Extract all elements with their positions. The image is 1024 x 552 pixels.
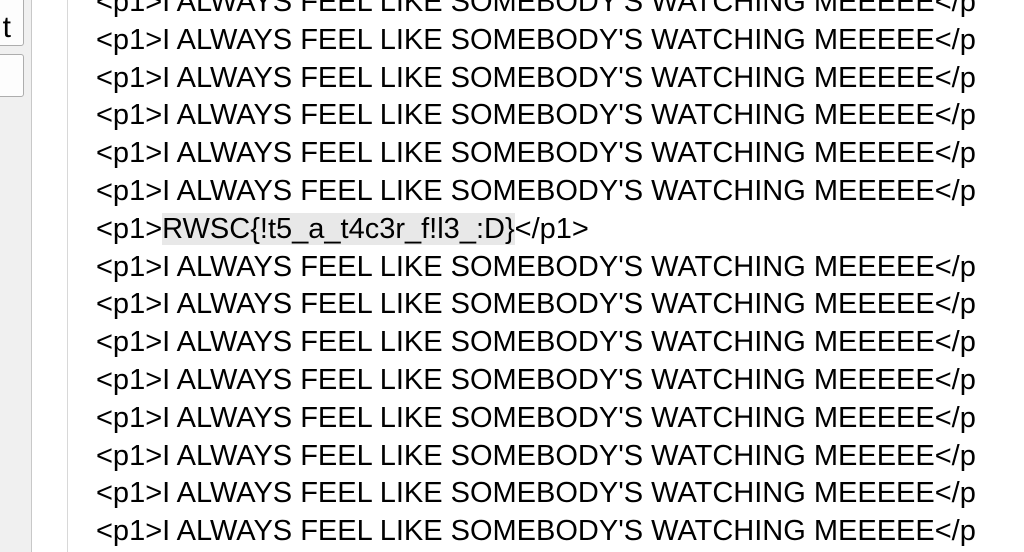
code-line[interactable]: <p1>I ALWAYS FEEL LIKE SOMEBODY'S WATCHI… <box>96 475 976 513</box>
code-line[interactable]: <p1>I ALWAYS FEEL LIKE SOMEBODY'S WATCHI… <box>96 22 976 60</box>
code-line[interactable]: <p1>I ALWAYS FEEL LIKE SOMEBODY'S WATCHI… <box>96 362 976 400</box>
code-lines: <p1>I ALWAYS FEEL LIKE SOMEBODY'S WATCHI… <box>96 0 976 551</box>
side-button-top[interactable]: t <box>0 0 24 46</box>
code-line[interactable]: <p1>I ALWAYS FEEL LIKE SOMEBODY'S WATCHI… <box>96 400 976 438</box>
editor-window: t <p1>I ALWAYS FEEL LIKE SOMEBODY'S WATC… <box>0 0 1024 552</box>
side-button-bottom[interactable] <box>0 54 24 97</box>
code-line[interactable]: <p1>I ALWAYS FEEL LIKE SOMEBODY'S WATCHI… <box>96 286 976 324</box>
line-number-gutter <box>32 0 68 552</box>
flag-line[interactable]: <p1>RWSC{!t5_a_t4c3r_f!l3_:D}</p1> <box>96 211 976 249</box>
code-line[interactable]: <p1>I ALWAYS FEEL LIKE SOMEBODY'S WATCHI… <box>96 60 976 98</box>
code-line[interactable]: <p1>I ALWAYS FEEL LIKE SOMEBODY'S WATCHI… <box>96 324 976 362</box>
code-line[interactable]: <p1>I ALWAYS FEEL LIKE SOMEBODY'S WATCHI… <box>96 0 976 22</box>
text-editor[interactable]: <p1>I ALWAYS FEEL LIKE SOMEBODY'S WATCHI… <box>68 0 1024 552</box>
flag-open-tag: <p1> <box>96 212 163 245</box>
code-line[interactable]: <p1>I ALWAYS FEEL LIKE SOMEBODY'S WATCHI… <box>96 438 976 476</box>
code-line[interactable]: <p1>I ALWAYS FEEL LIKE SOMEBODY'S WATCHI… <box>96 249 976 287</box>
code-line[interactable]: <p1>I ALWAYS FEEL LIKE SOMEBODY'S WATCHI… <box>96 173 976 211</box>
left-panel: t <box>0 0 32 552</box>
flag-close-tag: </p1> <box>514 212 589 245</box>
code-line[interactable]: <p1>I ALWAYS FEEL LIKE SOMEBODY'S WATCHI… <box>96 135 976 173</box>
flag-selection[interactable]: RWSC{!t5_a_t4c3r_f!l3_:D} <box>162 212 515 245</box>
code-line[interactable]: <p1>I ALWAYS FEEL LIKE SOMEBODY'S WATCHI… <box>96 513 976 551</box>
code-line[interactable]: <p1>I ALWAYS FEEL LIKE SOMEBODY'S WATCHI… <box>96 97 976 135</box>
